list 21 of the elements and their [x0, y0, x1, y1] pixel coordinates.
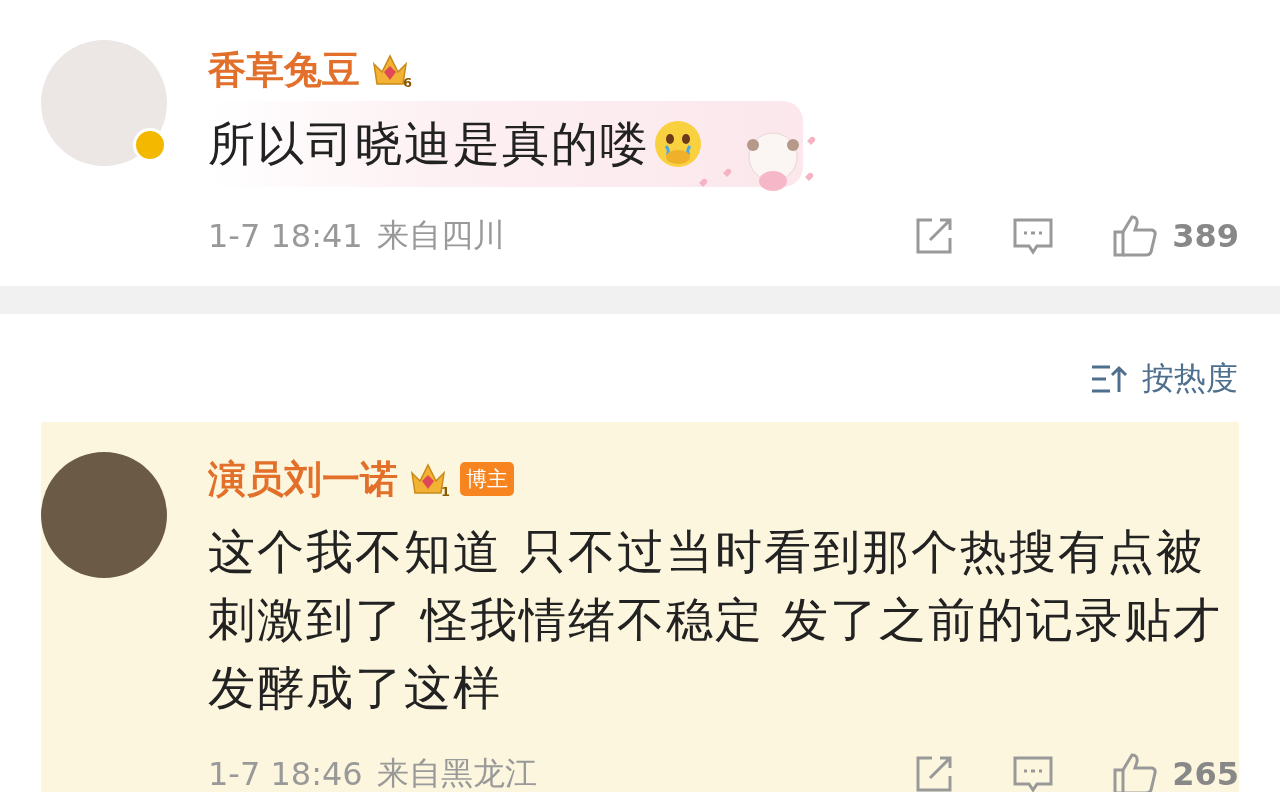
comment-location: 来自黑龙江	[376, 753, 537, 792]
share-icon[interactable]	[914, 216, 955, 256]
username[interactable]: 香草兔豆	[208, 44, 360, 96]
role-badge: 博主	[460, 462, 514, 496]
comment-location: 来自四川	[376, 215, 505, 256]
comment-icon[interactable]	[1012, 216, 1055, 256]
comment-time: 1-7 18:46	[208, 755, 363, 792]
level-number: 1	[440, 484, 450, 499]
like-count: 389	[1172, 217, 1239, 255]
like-icon[interactable]	[1112, 752, 1159, 792]
sort-icon	[1090, 364, 1128, 394]
comment-time: 1-7 18:41	[208, 217, 363, 255]
comment-icon[interactable]	[1012, 754, 1055, 792]
like-count: 265	[1172, 755, 1239, 792]
sort-button[interactable]: 按热度	[1090, 357, 1238, 401]
comment-text: 这个我不知道 只不过当时看到那个热搜有点被刺激到了 怪我情绪不稳定 发了之前的记录贴才发酵成了这样	[208, 523, 1223, 717]
comment-text: 所以司晓迪是真的喽	[208, 114, 649, 173]
share-icon[interactable]	[914, 754, 955, 792]
level-number: 6	[402, 75, 412, 90]
username[interactable]: 演员刘一诺	[208, 453, 398, 505]
like-icon[interactable]	[1112, 214, 1159, 258]
